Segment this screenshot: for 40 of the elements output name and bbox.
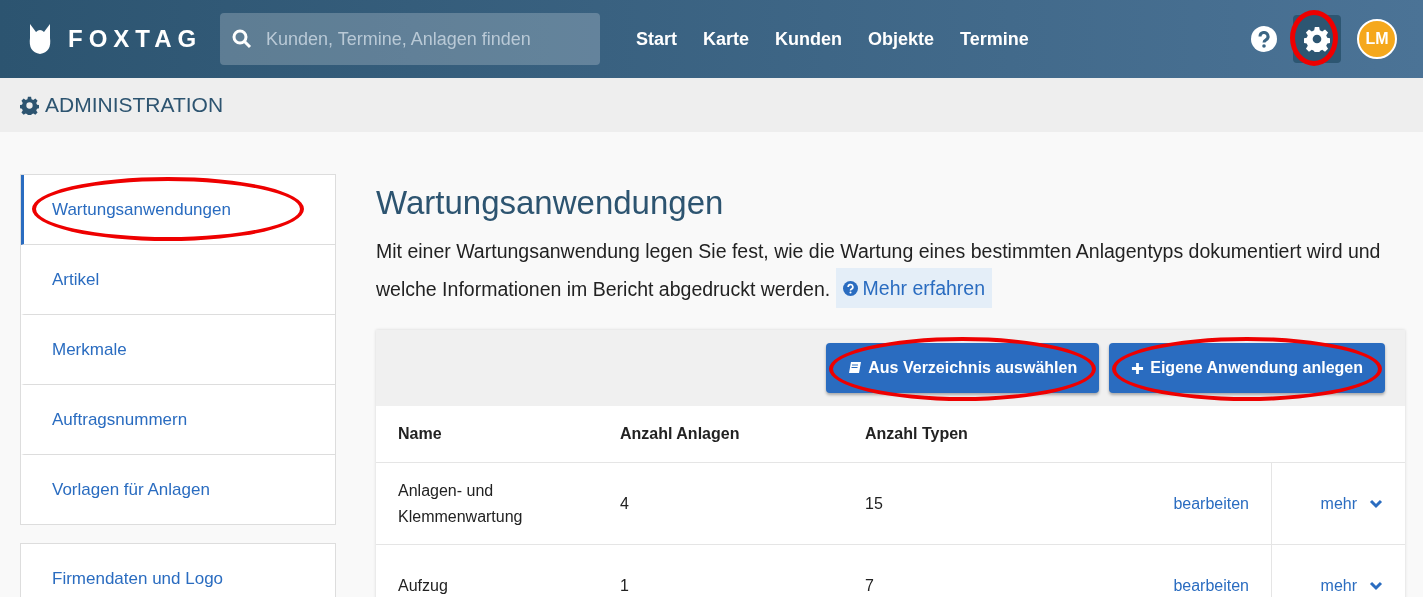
edit-link[interactable]: bearbeiten bbox=[1173, 576, 1249, 595]
chevron-down-icon bbox=[1369, 498, 1383, 509]
sidebar-item[interactable]: Wartungsanwendungen bbox=[21, 175, 335, 245]
table-cell-text: Anlagen- und Klemmenwartung bbox=[397, 480, 524, 527]
plus-icon bbox=[1131, 361, 1145, 375]
nav-link[interactable]: Termine bbox=[960, 28, 1029, 50]
nav-link[interactable]: Objekte bbox=[868, 28, 935, 50]
book-icon bbox=[848, 361, 863, 375]
gear-icon bbox=[20, 95, 39, 115]
more-dropdown[interactable]: mehr bbox=[1320, 494, 1383, 513]
column-header: Anzahl Anlagen bbox=[620, 425, 741, 443]
edit-link[interactable]: bearbeiten bbox=[1173, 494, 1249, 513]
column-header: Name bbox=[397, 424, 443, 444]
description-text: Mit einer Wartungsanwendung legen Sie fest, wie die Wartung eines bestimmten Anlagentyps dokumentiert wird und welche Informationen im Bericht abgedruckt werden. Mehr erfahren bbox=[376, 234, 1405, 308]
toolbar-button[interactable]: Eigene Anwendung anlegen bbox=[1109, 343, 1385, 393]
sidebar-item[interactable]: Artikel bbox=[21, 245, 335, 315]
sidebar-item[interactable]: Firmendaten und Logo bbox=[21, 544, 335, 597]
more-dropdown[interactable]: mehr bbox=[1320, 576, 1383, 595]
sidebar-item[interactable]: Auftragsnummern bbox=[21, 385, 335, 455]
nav-link[interactable]: Start bbox=[636, 28, 677, 50]
nav-link[interactable]: Kunden bbox=[775, 28, 843, 50]
table-cell-text: Aufzug bbox=[397, 575, 449, 596]
table-cell-text: 1 bbox=[620, 576, 630, 595]
settings-icon bbox=[1304, 26, 1330, 52]
column-header: Anzahl Typen bbox=[865, 425, 969, 443]
help-icon[interactable] bbox=[1251, 26, 1277, 52]
page-title: Wartungsanwendungen bbox=[376, 184, 725, 222]
chevron-down-icon bbox=[1369, 580, 1383, 591]
search-icon bbox=[232, 29, 252, 49]
help-icon bbox=[842, 280, 858, 296]
section-title: ADMINISTRATION bbox=[45, 93, 224, 117]
toolbar-button[interactable]: Aus Verzeichnis auswählen bbox=[826, 343, 1100, 393]
table-cell-text: 15 bbox=[865, 494, 884, 513]
sidebar-item[interactable]: Merkmale bbox=[21, 315, 335, 385]
table-cell-text: 7 bbox=[865, 576, 875, 595]
sidebar-item[interactable]: Vorlagen für Anlagen bbox=[21, 455, 335, 524]
table-cell-text: 4 bbox=[620, 494, 630, 513]
brand-name: FOXTAG bbox=[68, 25, 203, 53]
nav-link[interactable]: Karte bbox=[703, 28, 750, 50]
learn-more-link[interactable]: Mehr erfahren bbox=[835, 268, 993, 308]
